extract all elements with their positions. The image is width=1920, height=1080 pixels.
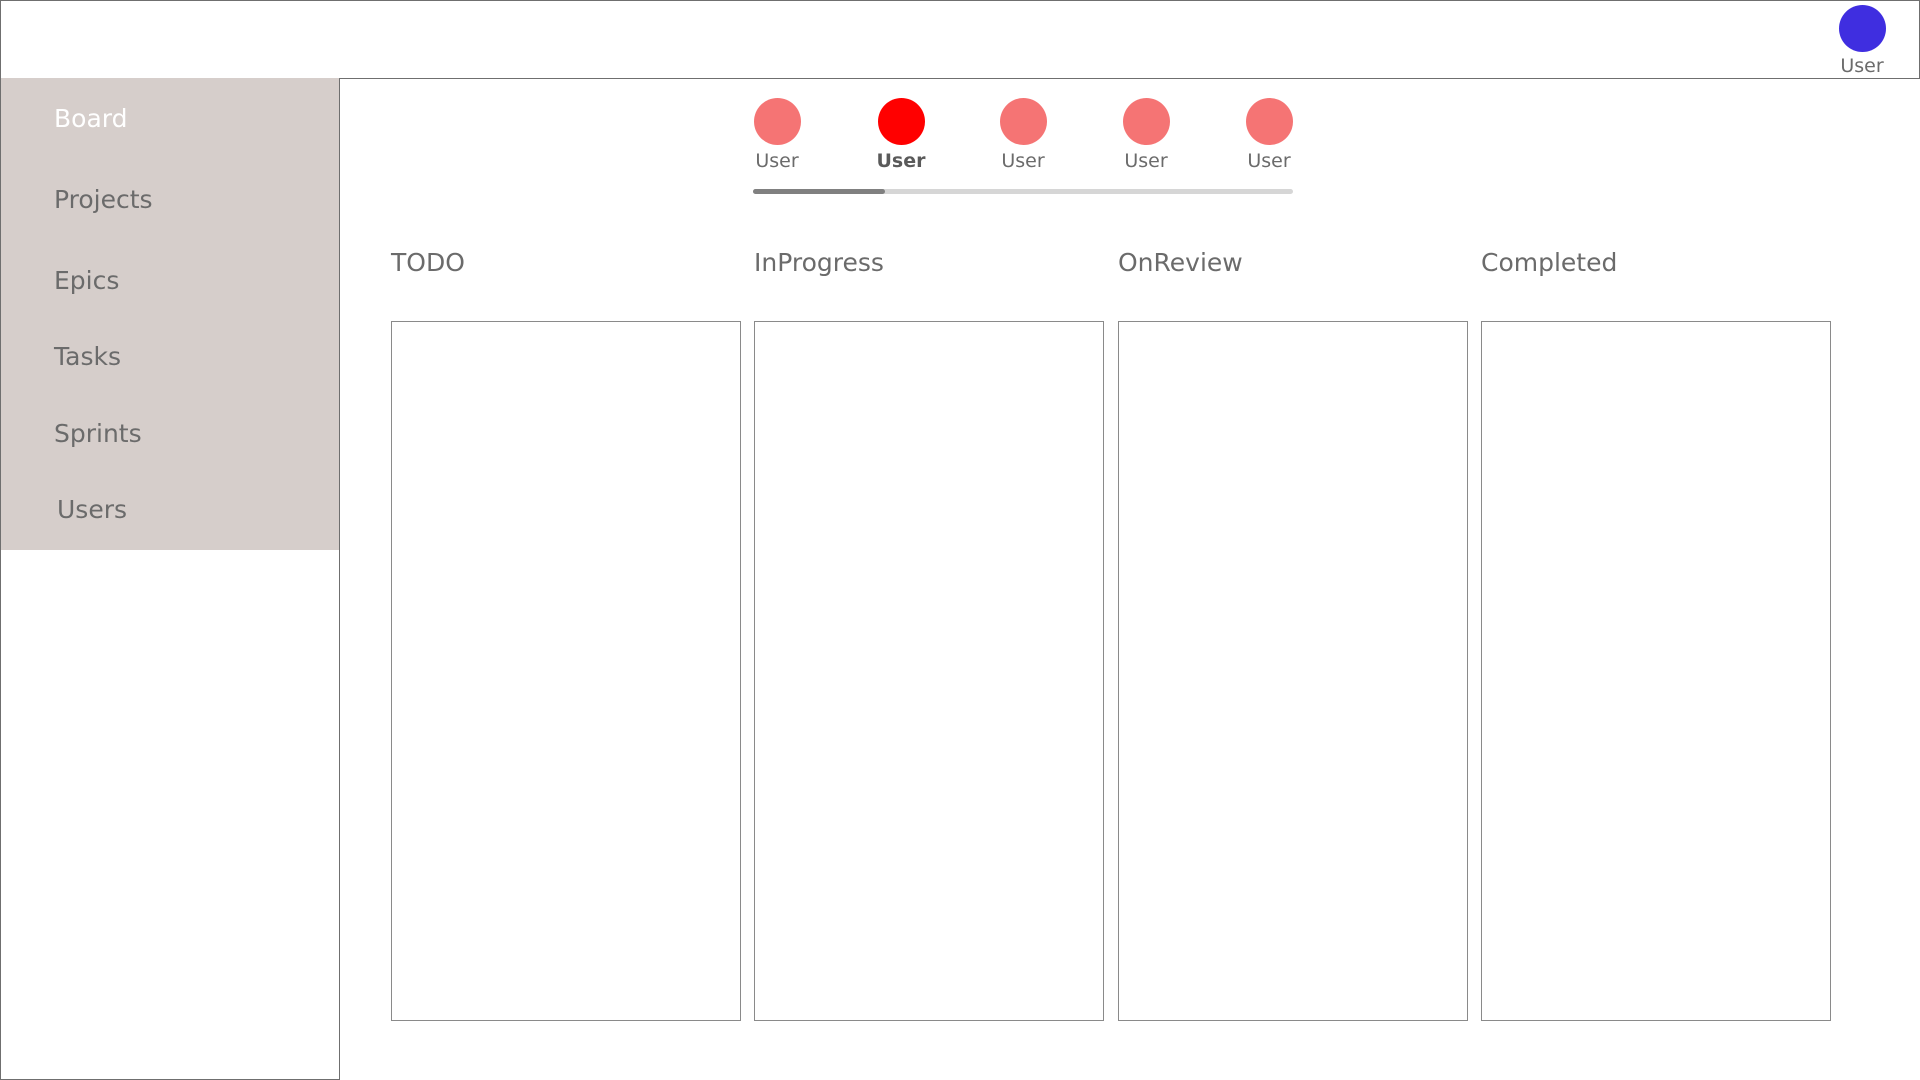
current-user-avatar[interactable]: [1838, 5, 1886, 52]
step-dot[interactable]: [753, 98, 801, 145]
step-label: User: [1124, 150, 1168, 172]
column-title-todo: TODO: [391, 248, 465, 277]
sidebar-item-board[interactable]: Board: [54, 104, 127, 133]
column-completed[interactable]: [1481, 321, 1831, 1021]
sidebar-item-epics[interactable]: Epics: [54, 266, 119, 295]
stepper-step-5[interactable]: User: [1229, 98, 1309, 172]
column-title-onreview: OnReview: [1118, 248, 1243, 277]
stepper-progress-fill: [753, 189, 886, 194]
step-dot[interactable]: [999, 98, 1047, 145]
sidebar-item-tasks[interactable]: Tasks: [54, 342, 121, 371]
stepper-step-1[interactable]: User: [737, 98, 817, 172]
column-title-completed: Completed: [1481, 248, 1618, 277]
sidebar-frame: Board Projects Epics Tasks Sprints Users: [0, 78, 340, 1080]
current-user-label: User: [1840, 55, 1884, 77]
step-label: User: [1001, 150, 1045, 172]
app-window: User Board Projects Epics Tasks Sprints …: [0, 0, 1920, 1080]
step-dot[interactable]: [877, 98, 925, 145]
column-inprogress[interactable]: [754, 321, 1104, 1021]
stepper-step-2[interactable]: User: [861, 98, 941, 172]
column-title-inprogress: InProgress: [754, 248, 884, 277]
step-dot[interactable]: [1122, 98, 1170, 145]
top-bar: User: [0, 0, 1920, 79]
step-label: User: [1247, 150, 1291, 172]
stepper-step-3[interactable]: User: [983, 98, 1063, 172]
step-label: User: [876, 150, 926, 172]
column-todo[interactable]: [391, 321, 741, 1021]
user-stepper: User User User User User: [753, 98, 1293, 198]
column-onreview[interactable]: [1118, 321, 1468, 1021]
step-dot[interactable]: [1245, 98, 1293, 145]
sidebar-item-sprints[interactable]: Sprints: [54, 419, 142, 448]
step-label: User: [755, 150, 799, 172]
sidebar-item-projects[interactable]: Projects: [54, 185, 153, 214]
current-user[interactable]: User: [1832, 5, 1892, 77]
stepper-progress-track[interactable]: [753, 189, 1293, 194]
sidebar: Board Projects Epics Tasks Sprints Users: [1, 78, 339, 550]
sidebar-item-users[interactable]: Users: [57, 495, 127, 524]
stepper-step-4[interactable]: User: [1106, 98, 1186, 172]
